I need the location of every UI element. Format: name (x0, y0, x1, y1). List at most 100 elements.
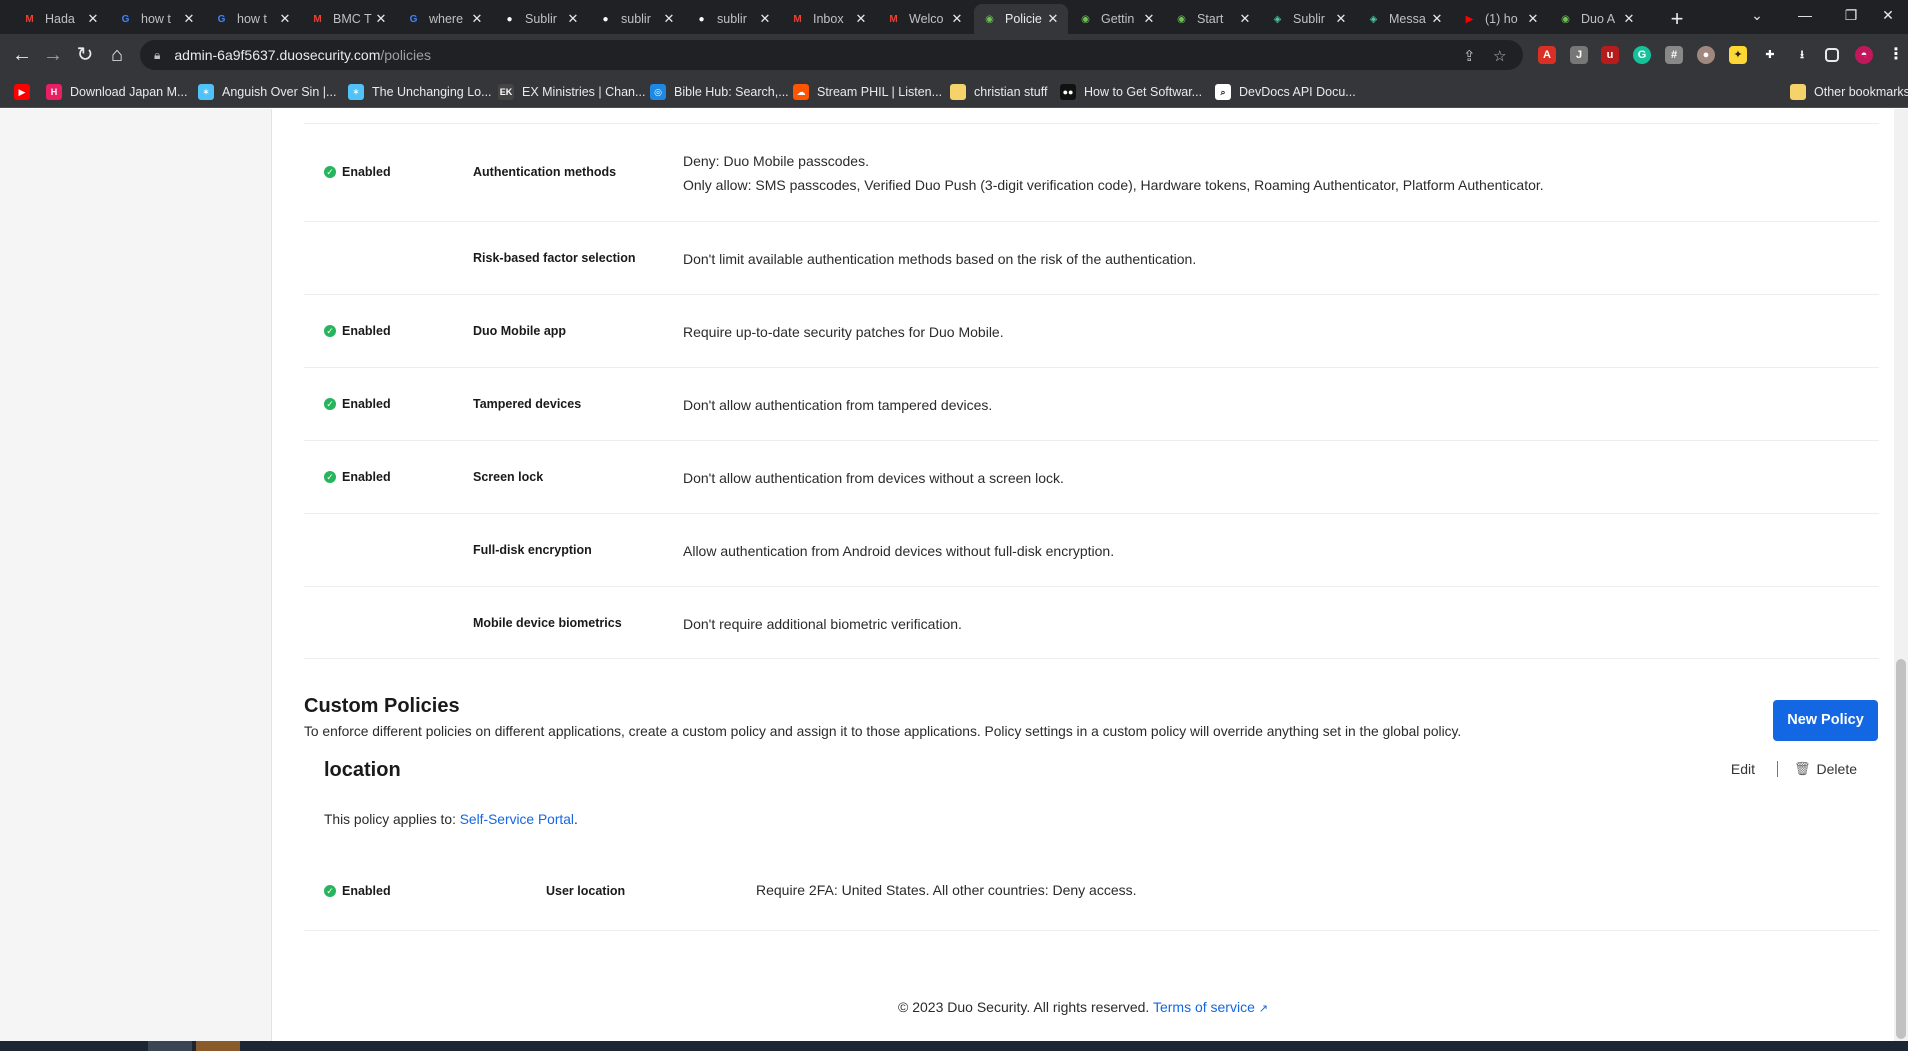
browser-tab[interactable]: ◈ Sublir ✕ (1262, 4, 1356, 34)
applies-prefix: This policy applies to: (324, 812, 460, 827)
policy-name: location (324, 759, 401, 781)
browser-tab[interactable]: ◉ Start ✕ (1166, 4, 1260, 34)
bookmark-label: Stream PHIL | Listen... (817, 85, 943, 99)
grammarly-icon[interactable]: G (1633, 46, 1651, 64)
google-icon: G (409, 13, 418, 25)
share-icon[interactable]: ⇪ (1463, 47, 1476, 65)
bookmark-item[interactable]: H Download Japan M... (46, 82, 187, 102)
browser-tab[interactable]: ● Sublir ✕ (494, 4, 588, 34)
close-tab-icon[interactable]: ✕ (86, 11, 100, 27)
close-tab-icon[interactable]: ✕ (1238, 11, 1252, 27)
terms-of-service-link[interactable]: Terms of service (1153, 999, 1255, 1015)
bookmark-item[interactable]: ▶ (14, 82, 38, 102)
close-tab-icon[interactable]: ✕ (854, 11, 868, 27)
ublock-icon[interactable]: u (1601, 46, 1619, 64)
download-icon[interactable]: ⭳ (1793, 46, 1811, 64)
home-icon[interactable]: ⌂ (102, 40, 132, 70)
tab-search-icon[interactable]: ⌄ (1734, 0, 1780, 30)
browser-tab[interactable]: M Welco ✕ (878, 4, 972, 34)
close-tab-icon[interactable]: ✕ (662, 11, 676, 27)
tab-title: Duo A (1581, 12, 1616, 26)
bookmark-item[interactable]: ●● How to Get Softwar... (1060, 82, 1202, 102)
bookmark-item[interactable]: ⌕ DevDocs API Docu... (1215, 82, 1356, 102)
browser-tab[interactable]: ● sublir ✕ (686, 4, 780, 34)
browser-tab[interactable]: M Inbox ✕ (782, 4, 876, 34)
browser-tab[interactable]: M Hada ✕ (14, 4, 108, 34)
page-footer: © 2023 Duo Security. All rights reserved… (272, 999, 1894, 1015)
back-icon[interactable]: ← (7, 40, 37, 70)
tab-title: sublir (621, 12, 651, 26)
browser-tab[interactable]: ◉ Duo A ✕ (1550, 4, 1644, 34)
side-panel-icon[interactable] (1825, 48, 1839, 62)
bookmark-item[interactable]: EK EX Ministries | Chan... (498, 82, 645, 102)
close-tab-icon[interactable]: ✕ (470, 11, 484, 27)
close-window-icon[interactable]: ✕ (1868, 0, 1908, 30)
other-bookmarks[interactable]: Other bookmarks (1790, 82, 1908, 102)
bookmark-item[interactable]: ◎ Bible Hub: Search,... (650, 82, 789, 102)
close-tab-icon[interactable]: ✕ (1622, 11, 1636, 27)
close-tab-icon[interactable]: ✕ (1142, 11, 1156, 27)
url-host: admin-6a9f5637.duosecurity.com (174, 47, 381, 63)
setting-label: Authentication methods (473, 165, 617, 179)
browser-tab[interactable]: ◉ Policie ✕ (974, 4, 1068, 34)
extension-icon[interactable]: J (1570, 46, 1588, 64)
edit-policy-link[interactable]: Edit (1731, 761, 1755, 777)
browser-tab[interactable]: ● sublir ✕ (590, 4, 684, 34)
browser-tab[interactable]: ▶ (1) ho ✕ (1454, 4, 1548, 34)
h-icon: H (46, 84, 62, 100)
location-policy-content: location Edit 🗑︎ Delete This policy appl… (304, 635, 1879, 931)
extension-icon[interactable]: # (1665, 46, 1683, 64)
close-tab-icon[interactable]: ✕ (950, 11, 964, 27)
taskbar-app-chrome[interactable] (148, 1041, 192, 1051)
status-badge: ✓ Enabled (324, 397, 391, 411)
tab-title: sublir (717, 12, 747, 26)
policy-actions: Edit 🗑︎ Delete (1731, 761, 1857, 777)
bookmark-item[interactable]: christian stuff (950, 82, 1047, 102)
address-bar[interactable]: 🔒︎ admin-6a9f5637.duosecurity.com/polici… (140, 40, 1523, 70)
browser-tab[interactable]: ◈ Messa ✕ (1358, 4, 1452, 34)
status-label: Enabled (342, 397, 391, 411)
scrollbar-thumb[interactable] (1896, 659, 1906, 1039)
extension-icon[interactable]: ✦ (1729, 46, 1747, 64)
browser-tab[interactable]: Ghow t ✕ (110, 4, 204, 34)
extension-icon[interactable]: ● (1697, 46, 1715, 64)
delete-policy-link[interactable]: Delete (1817, 761, 1857, 777)
github-icon: ● (698, 13, 705, 25)
check-circle-icon: ✓ (324, 166, 336, 178)
location-policy-row: ✓ Enabled User location Require 2FA: Uni… (304, 837, 1879, 931)
menu-icon[interactable]: ⋮ (1887, 46, 1905, 64)
close-tab-icon[interactable]: ✕ (1430, 11, 1444, 27)
browser-tab[interactable]: ◉ Gettin ✕ (1070, 4, 1164, 34)
pdf-extension-icon[interactable]: A (1538, 46, 1556, 64)
close-tab-icon[interactable]: ✕ (278, 11, 292, 27)
tab-title: Hada (45, 12, 75, 26)
extensions-puzzle-icon[interactable]: ✚ (1761, 46, 1779, 64)
browser-tab[interactable]: Gwhere ✕ (398, 4, 492, 34)
page-scrollbar[interactable] (1894, 109, 1908, 1041)
bookmark-item[interactable]: ☁ Stream PHIL | Listen... (793, 82, 942, 102)
self-service-portal-link[interactable]: Self-Service Portal (460, 812, 574, 827)
bookmark-star-icon[interactable]: ☆ (1493, 47, 1506, 65)
gmail-icon: M (25, 13, 34, 25)
youtube-icon: ▶ (14, 84, 30, 100)
browser-tab[interactable]: M BMC T ✕ (302, 4, 396, 34)
close-tab-icon[interactable]: ✕ (1334, 11, 1348, 27)
browser-tab[interactable]: Ghow t ✕ (206, 4, 300, 34)
forward-icon[interactable]: → (38, 40, 68, 70)
close-tab-icon[interactable]: ✕ (1526, 11, 1540, 27)
trash-icon[interactable]: 🗑︎ (1794, 761, 1811, 777)
reload-icon[interactable]: ↻ (70, 40, 100, 70)
close-tab-icon[interactable]: ✕ (1046, 11, 1060, 27)
close-tab-icon[interactable]: ✕ (566, 11, 580, 27)
close-tab-icon[interactable]: ✕ (182, 11, 196, 27)
taskbar-app[interactable] (196, 1041, 240, 1051)
star-icon: ✶ (198, 84, 214, 100)
new-tab-button[interactable]: + (1663, 6, 1691, 34)
minimize-icon[interactable]: — (1782, 0, 1828, 30)
bookmark-item[interactable]: ✶ Anguish Over Sin |... (198, 82, 336, 102)
close-tab-icon[interactable]: ✕ (758, 11, 772, 27)
bookmark-item[interactable]: ✶ The Unchanging Lo... (348, 82, 492, 102)
profile-avatar[interactable]: ◓ (1855, 46, 1873, 64)
close-tab-icon[interactable]: ✕ (374, 11, 388, 27)
tab-title: how t (141, 12, 171, 26)
